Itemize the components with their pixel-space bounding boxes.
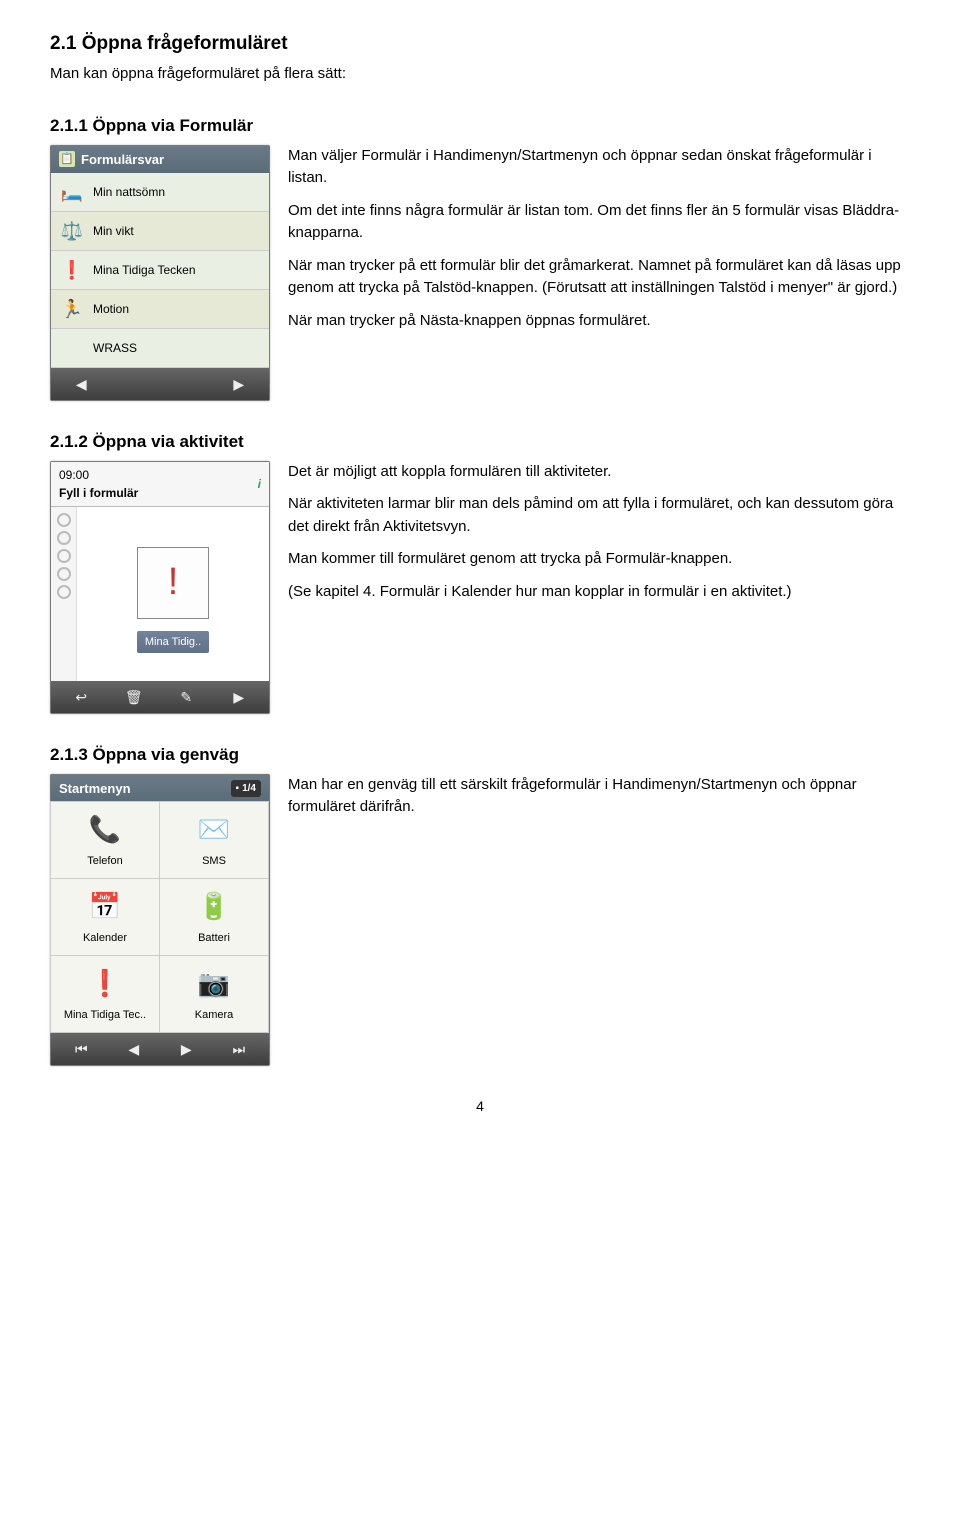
phone-bottombar: ↩ 🗑 ✎ ▶ xyxy=(51,681,269,713)
back-icon[interactable]: ↩ xyxy=(67,687,95,707)
spacer xyxy=(120,374,148,394)
page-prev-icon[interactable]: ⏮ xyxy=(67,1039,95,1059)
form-list: 🛏️ Min nattsömn ⚖️ Min vikt ❗ Mina Tidig… xyxy=(51,173,269,368)
sms-icon: ✉️ xyxy=(198,810,230,849)
page-next-icon[interactable]: ⏭ xyxy=(225,1039,253,1059)
cell-label: Batteri xyxy=(198,930,230,947)
para: När man trycker på ett formulär blir det… xyxy=(288,255,910,300)
para: Det är möjligt att koppla formulären til… xyxy=(288,461,910,484)
section-2-1-2: 2.1.2 Öppna via aktivitet 09:00 Fyll i f… xyxy=(50,429,910,714)
heading-2-1-3: 2.1.3 Öppna via genväg xyxy=(50,742,910,768)
start-kamera[interactable]: 📷 Kamera xyxy=(159,955,269,1033)
cell-label: Telefon xyxy=(87,853,122,870)
cell-label: Mina Tidiga Tec.. xyxy=(64,1007,146,1024)
activity-body: ! Mina Tidig.. xyxy=(51,507,269,682)
activity-main: ! Mina Tidig.. xyxy=(77,507,269,682)
reminder-icon[interactable]: ! xyxy=(137,547,209,619)
start-kalender[interactable]: 📅 Kalender xyxy=(50,878,160,956)
prev-icon[interactable]: ◀ xyxy=(67,374,95,394)
phone-bottombar: ⏮ ◀ ▶ ⏭ xyxy=(51,1033,269,1065)
section-2-1: 2.1 Öppna frågeformuläret Man kan öppna … xyxy=(50,30,910,85)
camera-icon: 📷 xyxy=(198,964,230,1003)
list-item[interactable]: WRASS xyxy=(51,329,269,368)
text-2-1-3: Man har en genväg till ett särskilt fråg… xyxy=(288,774,910,829)
alert-icon: ❗ xyxy=(89,964,121,1003)
next-icon[interactable]: ▶ xyxy=(172,1039,200,1059)
battery-icon: 🔋 xyxy=(198,887,230,926)
activity-time: 09:00 xyxy=(59,466,138,484)
list-item[interactable]: 🛏️ Min nattsömn xyxy=(51,173,269,212)
phone-startmenu: Startmenyn ▪ 1/4 📞 Telefon ✉️ SMS 📅 Kale… xyxy=(50,774,270,1067)
quarter-dots xyxy=(51,507,77,682)
list-item-label: Min nattsömn xyxy=(93,183,165,201)
dot xyxy=(57,585,71,599)
text-2-1-1: Man väljer Formulär i Handimenyn/Startme… xyxy=(288,145,910,343)
list-item[interactable]: 🏃 Motion xyxy=(51,290,269,329)
heading-2-1-1: 2.1.1 Öppna via Formulär xyxy=(50,113,910,139)
para: När man trycker på Nästa-knappen öppnas … xyxy=(288,310,910,333)
para: (Se kapitel 4. Formulär i Kalender hur m… xyxy=(288,581,910,604)
page-indicator: ▪ 1/4 xyxy=(231,780,261,797)
cell-label: Kamera xyxy=(195,1007,234,1024)
list-item[interactable]: ⚖️ Min vikt xyxy=(51,212,269,251)
dot xyxy=(57,567,71,581)
activity-caption[interactable]: Mina Tidig.. xyxy=(137,631,209,654)
dot xyxy=(57,531,71,545)
cell-label: Kalender xyxy=(83,930,127,947)
para: Man kommer till formuläret genom att try… xyxy=(288,548,910,571)
list-item-label: Motion xyxy=(93,300,129,318)
para: Man har en genväg till ett särskilt fråg… xyxy=(288,774,910,819)
scale-icon: ⚖️ xyxy=(59,218,85,244)
phone-titlebar: Startmenyn ▪ 1/4 xyxy=(51,775,269,803)
list-item[interactable]: ❗ Mina Tidiga Tecken xyxy=(51,251,269,290)
alert-icon: ❗ xyxy=(59,257,85,283)
activity-header: 09:00 Fyll i formulär i xyxy=(51,462,269,507)
info-icon[interactable]: i xyxy=(258,475,261,493)
list-item-label: WRASS xyxy=(93,339,137,357)
start-sms[interactable]: ✉️ SMS xyxy=(159,801,269,879)
start-grid: 📞 Telefon ✉️ SMS 📅 Kalender 🔋 Batteri ❗ xyxy=(51,802,269,1033)
intro-2-1: Man kan öppna frågeformuläret på flera s… xyxy=(50,63,910,86)
para: Om det inte finns några formulär är list… xyxy=(288,200,910,245)
spacer xyxy=(172,374,200,394)
bed-icon: 🛏️ xyxy=(59,179,85,205)
para: När aktiviteten larmar blir man dels påm… xyxy=(288,493,910,538)
page-number: 4 xyxy=(50,1096,910,1117)
start-mina-tidiga[interactable]: ❗ Mina Tidiga Tec.. xyxy=(50,955,160,1033)
next-icon[interactable]: ▶ xyxy=(225,374,253,394)
phone-activity: 09:00 Fyll i formulär i ! Mina Tidig.. xyxy=(50,461,270,715)
calendar-icon: 📅 xyxy=(89,887,121,926)
phone-bottombar: ◀ ▶ xyxy=(51,368,269,400)
activity-title: Fyll i formulär xyxy=(59,486,138,500)
start-batteri[interactable]: 🔋 Batteri xyxy=(159,878,269,956)
list-item-label: Min vikt xyxy=(93,222,134,240)
page-indicator-text: 1/4 xyxy=(242,781,256,796)
phone-title: Startmenyn xyxy=(59,779,131,799)
section-2-1-1: 2.1.1 Öppna via Formulär 📋 Formulärsvar … xyxy=(50,113,910,401)
start-telefon[interactable]: 📞 Telefon xyxy=(50,801,160,879)
blank-icon xyxy=(59,335,85,361)
phone-formularsvar: 📋 Formulärsvar 🛏️ Min nattsömn ⚖️ Min vi… xyxy=(50,145,270,402)
delete-icon[interactable]: 🗑 xyxy=(120,687,148,707)
running-icon: 🏃 xyxy=(59,296,85,322)
heading-2-1: 2.1 Öppna frågeformuläret xyxy=(50,30,910,59)
dot xyxy=(57,513,71,527)
form-icon: 📋 xyxy=(59,151,75,167)
list-item-label: Mina Tidiga Tecken xyxy=(93,261,196,279)
edit-icon[interactable]: ✎ xyxy=(172,687,200,707)
heading-2-1-2: 2.1.2 Öppna via aktivitet xyxy=(50,429,910,455)
para: Man väljer Formulär i Handimenyn/Startme… xyxy=(288,145,910,190)
page-dot-icon: ▪ xyxy=(236,781,240,796)
next-icon[interactable]: ▶ xyxy=(225,687,253,707)
cell-label: SMS xyxy=(202,853,226,870)
section-2-1-3: 2.1.3 Öppna via genväg Startmenyn ▪ 1/4 … xyxy=(50,742,910,1066)
phone-icon: 📞 xyxy=(89,810,121,849)
dot xyxy=(57,549,71,563)
phone-title: Formulärsvar xyxy=(81,150,164,170)
prev-icon[interactable]: ◀ xyxy=(120,1039,148,1059)
text-2-1-2: Det är möjligt att koppla formulären til… xyxy=(288,461,910,614)
phone-titlebar: 📋 Formulärsvar xyxy=(51,146,269,174)
